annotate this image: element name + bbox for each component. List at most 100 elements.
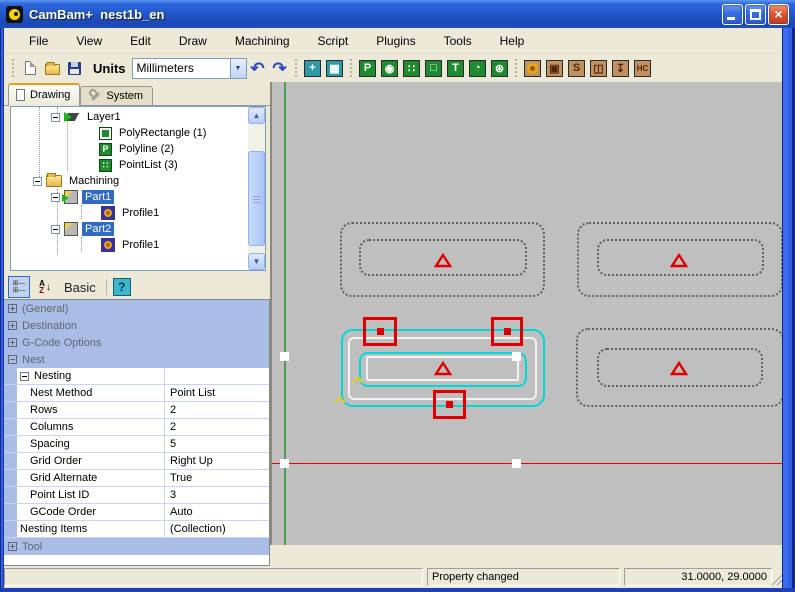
maximize-button[interactable] [745, 4, 766, 25]
property-row-gcode-order[interactable]: GCode Order Auto [4, 504, 269, 521]
engrave-op-button[interactable]: S [566, 57, 588, 79]
grip-handle[interactable] [280, 459, 289, 468]
tree-node-layer1[interactable]: Layer1 [51, 109, 124, 125]
category-destination[interactable]: Destination [4, 317, 269, 334]
expand-icon[interactable] [8, 321, 17, 330]
toolbar-grip[interactable] [11, 59, 16, 77]
title-bar[interactable]: CamBam+ nest1b_en × [0, 0, 795, 28]
property-value[interactable]: 3 [165, 487, 269, 503]
property-value[interactable]: 5 [165, 436, 269, 452]
grip-handle[interactable] [512, 459, 521, 468]
drawing-canvas[interactable] [270, 82, 782, 545]
scroll-up-button[interactable]: ▲ [248, 107, 265, 124]
collapse-icon[interactable] [8, 355, 17, 364]
draw-arc-button[interactable]: ◔ [467, 57, 489, 79]
toolbar-grip[interactable] [349, 59, 354, 77]
draw-circle-button[interactable]: ◉ [379, 57, 401, 79]
expand-icon[interactable] [8, 542, 17, 551]
tree-node-part2-profile1[interactable]: Profile1 [97, 237, 162, 253]
expand-icon[interactable] [8, 338, 17, 347]
tree-label-polyline[interactable]: Polyline (2) [116, 142, 177, 156]
property-value[interactable]: Point List [165, 385, 269, 401]
save-button[interactable] [63, 57, 85, 79]
menu-file[interactable]: File [18, 31, 59, 51]
menu-draw[interactable]: Draw [168, 31, 218, 51]
property-row-grid-order[interactable]: Grid Order Right Up [4, 453, 269, 470]
heightcut-op-button[interactable]: HC [632, 57, 654, 79]
property-row-rows[interactable]: Rows 2 [4, 402, 269, 419]
scrollbar-thumb[interactable] [248, 151, 265, 246]
close-button[interactable]: × [768, 4, 789, 25]
category-nest[interactable]: Nest [4, 351, 269, 368]
property-value[interactable]: 2 [165, 402, 269, 418]
property-row-nest-method[interactable]: Nest Method Point List [4, 385, 269, 402]
grip-handle[interactable] [280, 352, 289, 361]
redo-button[interactable]: ↷ [269, 57, 291, 79]
tree-label-machining[interactable]: Machining [66, 174, 122, 188]
open-file-button[interactable] [41, 57, 63, 79]
profile-op-button[interactable] [522, 57, 544, 79]
point-marker[interactable] [491, 317, 523, 346]
drill-op-button[interactable]: ↧ [610, 57, 632, 79]
draw-text-button[interactable]: T [445, 57, 467, 79]
tree-label-part1[interactable]: Part1 [82, 190, 114, 204]
axis-toggle-button[interactable]: + [302, 57, 324, 79]
tree-label-part2-profile1[interactable]: Profile1 [119, 238, 162, 252]
draw-surface-button[interactable]: ⊛ [489, 57, 511, 79]
property-row-spacing[interactable]: Spacing 5 [4, 436, 269, 453]
lathe-op-button[interactable]: ◫ [588, 57, 610, 79]
menu-edit[interactable]: Edit [119, 31, 162, 51]
toolbar-grip[interactable] [294, 59, 299, 77]
toolbar-grip[interactable] [514, 59, 519, 77]
units-combobox[interactable]: Millimeters ▼ [132, 58, 247, 79]
resize-grip[interactable] [769, 572, 782, 585]
tree-label-part2[interactable]: Part2 [82, 222, 114, 236]
menu-machining[interactable]: Machining [224, 31, 301, 51]
tab-drawing[interactable]: Drawing [8, 83, 80, 106]
new-file-button[interactable] [19, 57, 41, 79]
categorized-view-button[interactable]: ⊞—⊞— [8, 276, 30, 298]
units-dropdown-arrow-icon[interactable]: ▼ [231, 58, 247, 79]
tree-label-part1-profile1[interactable]: Profile1 [119, 206, 162, 220]
menu-tools[interactable]: Tools [433, 31, 483, 51]
collapse-icon[interactable] [33, 177, 42, 186]
tree-label-layer1[interactable]: Layer1 [84, 110, 124, 124]
tree-label-polyrectangle[interactable]: PolyRectangle (1) [116, 126, 209, 140]
menu-help[interactable]: Help [489, 31, 536, 51]
alphabetical-sort-button[interactable]: AZ ↓ [34, 276, 56, 298]
property-value[interactable]: (Collection) [165, 521, 269, 537]
tree-scrollbar[interactable]: ▲ ▼ [248, 107, 265, 270]
units-value[interactable]: Millimeters [132, 58, 231, 79]
tree-node-part2[interactable]: Part2 [51, 221, 114, 237]
menu-script[interactable]: Script [307, 31, 360, 51]
property-value[interactable]: 2 [165, 419, 269, 435]
tree-node-polyrectangle[interactable]: PolyRectangle (1) [95, 125, 209, 141]
point-marker[interactable] [433, 390, 466, 419]
collapse-icon[interactable] [51, 113, 60, 122]
property-row-columns[interactable]: Columns 2 [4, 419, 269, 436]
category-tool[interactable]: Tool [4, 538, 269, 555]
tree-node-pointlist[interactable]: ∷ PointList (3) [95, 157, 181, 173]
tree-node-part1-profile1[interactable]: Profile1 [97, 205, 162, 221]
category-gcode-options[interactable]: G-Code Options [4, 334, 269, 351]
tree-node-polyline[interactable]: P Polyline (2) [95, 141, 177, 157]
tree-node-machining[interactable]: Machining [33, 173, 122, 189]
property-value[interactable]: True [165, 470, 269, 486]
collapse-icon[interactable] [51, 225, 60, 234]
property-value[interactable]: Auto [165, 504, 269, 520]
menu-plugins[interactable]: Plugins [365, 31, 426, 51]
tree-node-part1[interactable]: Part1 [51, 189, 114, 205]
property-value[interactable]: Right Up [165, 453, 269, 469]
draw-pointlist-button[interactable]: ∷ [401, 57, 423, 79]
grip-handle[interactable] [512, 352, 521, 361]
undo-button[interactable]: ↶ [247, 57, 269, 79]
minimize-button[interactable] [722, 4, 743, 25]
draw-polyline-button[interactable]: P [357, 57, 379, 79]
property-row-point-list-id[interactable]: Point List ID 3 [4, 487, 269, 504]
collapse-icon[interactable] [51, 193, 60, 202]
property-row-grid-alternate[interactable]: Grid Alternate True [4, 470, 269, 487]
collapse-icon[interactable] [20, 372, 29, 381]
property-row-nesting-group[interactable]: Nesting [4, 368, 269, 385]
basic-mode-label[interactable]: Basic [64, 280, 96, 295]
draw-rectangle-button[interactable]: □ [423, 57, 445, 79]
